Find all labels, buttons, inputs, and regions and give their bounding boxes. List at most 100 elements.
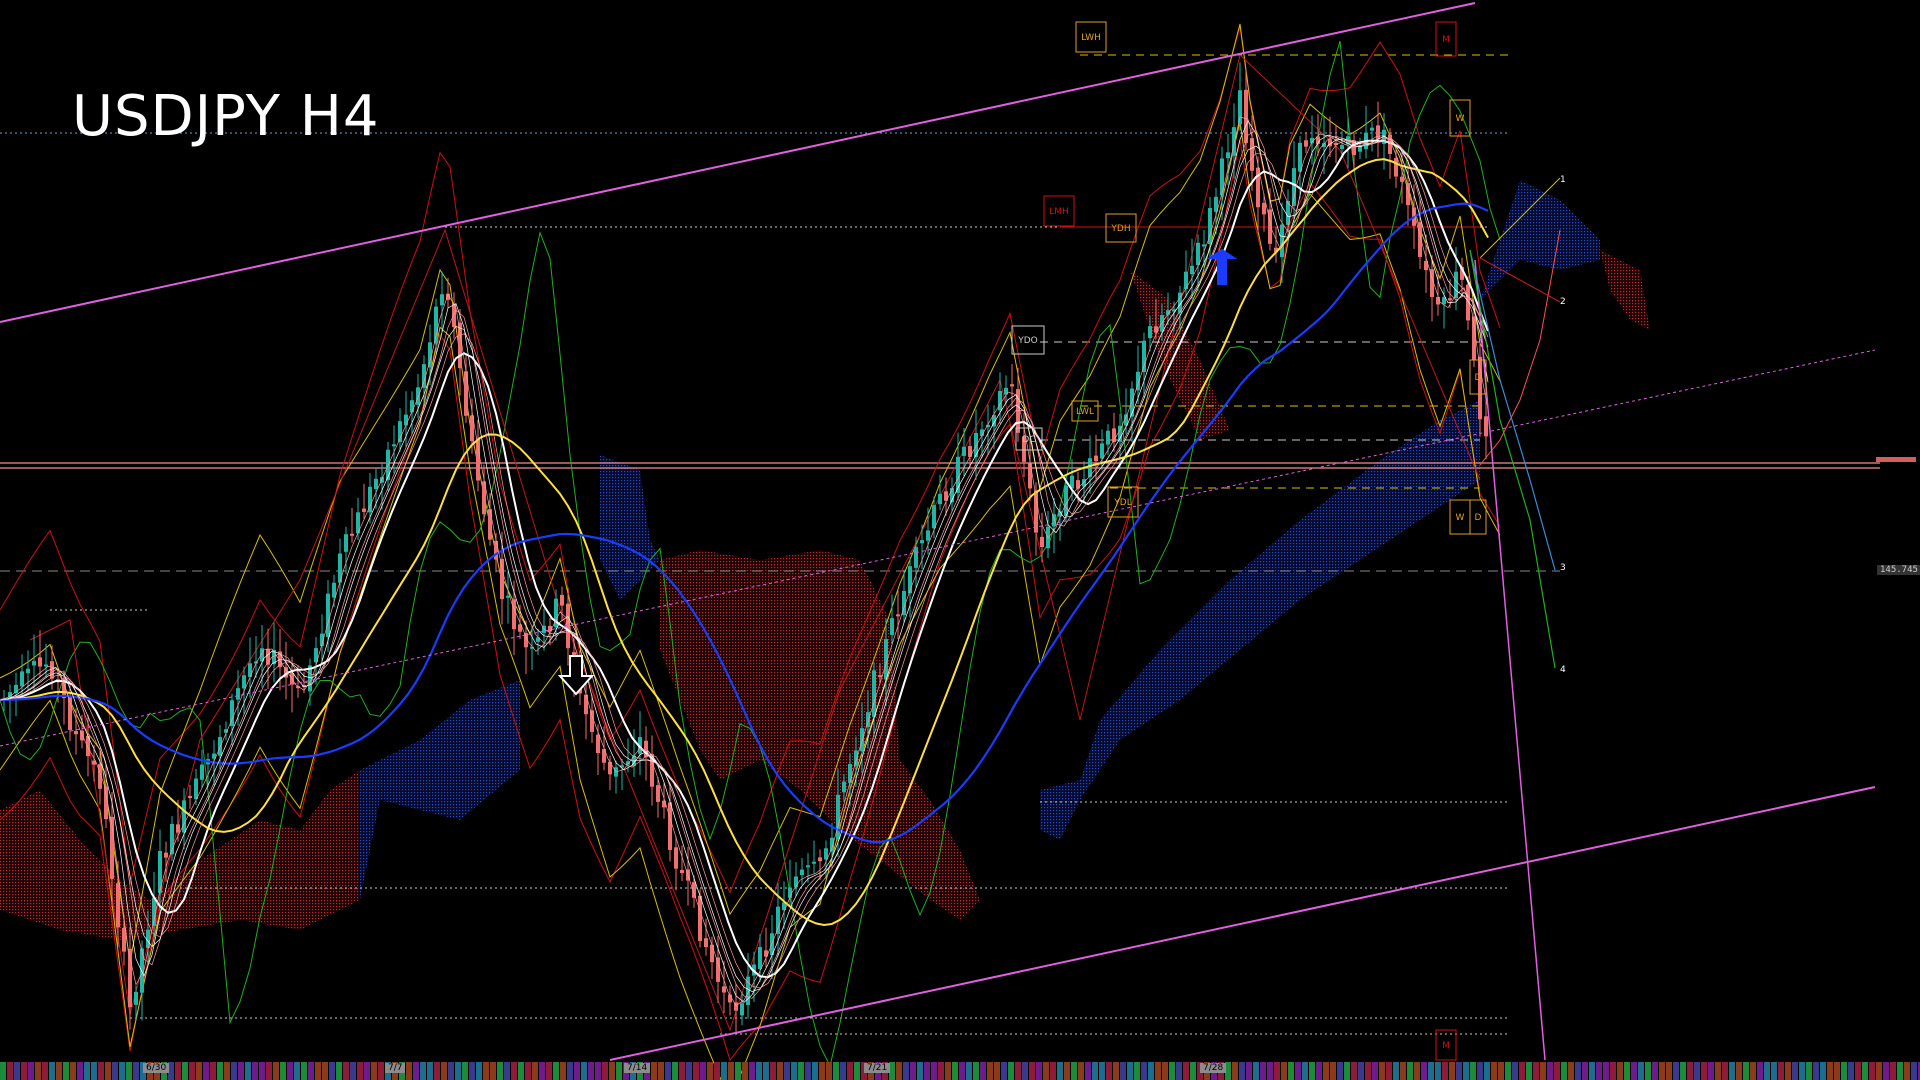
candle-body xyxy=(830,837,834,852)
date-bar-segment xyxy=(1827,1062,1833,1080)
band-yellow-upper xyxy=(0,23,1501,963)
candle-body xyxy=(500,558,504,600)
date-bar-segment xyxy=(1498,1062,1504,1080)
candle-body xyxy=(1028,462,1032,489)
candle-body xyxy=(134,991,138,1005)
date-bar-segment xyxy=(693,1062,699,1080)
date-bar-segment xyxy=(798,1062,804,1080)
date-bar-segment xyxy=(1757,1062,1763,1080)
kumo-2 xyxy=(600,455,660,600)
candle-body xyxy=(596,734,600,754)
date-bar-segment xyxy=(448,1062,454,1080)
date-bar-segment xyxy=(217,1062,223,1080)
date-bar-segment xyxy=(1799,1062,1805,1080)
date-bar-segment xyxy=(840,1062,846,1080)
date-label-0: 6/30 xyxy=(143,1063,170,1073)
level-box-label-d: D xyxy=(1475,513,1482,523)
date-bar-segment xyxy=(1372,1062,1378,1080)
date-bar-segment xyxy=(595,1062,601,1080)
date-bar-segment xyxy=(1736,1062,1742,1080)
candle-body xyxy=(1394,158,1398,177)
candle-body xyxy=(1292,168,1296,206)
date-bar-segment xyxy=(1407,1062,1413,1080)
date-bar-segment xyxy=(98,1062,104,1080)
candle-body xyxy=(1094,455,1098,462)
candle-body xyxy=(458,322,462,369)
date-bar-segment xyxy=(1638,1062,1644,1080)
date-bar-segment xyxy=(1260,1062,1266,1080)
price-tag: 145.745 xyxy=(1877,565,1920,575)
date-bar-segment xyxy=(1295,1062,1301,1080)
candle-body xyxy=(392,444,396,447)
date-bar-segment xyxy=(903,1062,909,1080)
date-bar-segment xyxy=(560,1062,566,1080)
date-bar-segment xyxy=(133,1062,139,1080)
candle-body xyxy=(1298,142,1302,172)
date-bar-segment xyxy=(735,1062,741,1080)
level-box-label-m: M xyxy=(1442,35,1450,45)
date-bar-segment xyxy=(497,1062,503,1080)
candle-body xyxy=(806,865,810,868)
candle-body xyxy=(362,508,366,512)
candle-body xyxy=(794,876,798,888)
date-bar-segment xyxy=(1568,1062,1574,1080)
date-bar-segment xyxy=(658,1062,664,1080)
date-bar-segment xyxy=(84,1062,90,1080)
candle-body xyxy=(332,582,336,598)
candle-body xyxy=(1148,326,1152,339)
candle-body xyxy=(1238,90,1242,125)
candle-body xyxy=(842,781,846,793)
date-bar-segment xyxy=(0,1062,6,1080)
date-bar-segment xyxy=(441,1062,447,1080)
candle-body xyxy=(1244,89,1248,144)
date-bar-segment xyxy=(1708,1062,1714,1080)
date-bar-segment xyxy=(371,1062,377,1080)
candle-body xyxy=(476,438,480,481)
date-bar-segment xyxy=(672,1062,678,1080)
candle-body xyxy=(1202,244,1206,247)
date-bar-segment xyxy=(1890,1062,1896,1080)
date-bar-segment xyxy=(1022,1062,1028,1080)
date-bar-segment xyxy=(714,1062,720,1080)
date-bar-segment xyxy=(1820,1062,1826,1080)
date-bar-segment xyxy=(1421,1062,1427,1080)
date-bar-segment xyxy=(1554,1062,1560,1080)
date-bar-segment xyxy=(35,1062,41,1080)
date-bar-segment xyxy=(70,1062,76,1080)
price-marker-red xyxy=(1876,457,1916,462)
candle-body xyxy=(182,800,186,833)
candle-body xyxy=(44,664,48,667)
date-bar-segment xyxy=(1001,1062,1007,1080)
date-bar-segment xyxy=(1680,1062,1686,1080)
date-bar-segment xyxy=(511,1062,517,1080)
date-bar-segment xyxy=(1876,1062,1882,1080)
date-bar-segment xyxy=(1400,1062,1406,1080)
date-bar-segment xyxy=(1862,1062,1868,1080)
candle-body xyxy=(908,566,912,594)
date-bar-segment xyxy=(357,1062,363,1080)
candle-body xyxy=(1106,430,1110,445)
date-bar-segment xyxy=(525,1062,531,1080)
date-bar-segment xyxy=(1652,1062,1658,1080)
date-bar-segment xyxy=(245,1062,251,1080)
level-box-label-dc: DC xyxy=(1022,435,1035,445)
date-bar-segment xyxy=(707,1062,713,1080)
date-bar-segment xyxy=(1848,1062,1854,1080)
date-bar-segment xyxy=(1008,1062,1014,1080)
date-bar-segment xyxy=(504,1062,510,1080)
candle-body xyxy=(1142,340,1146,372)
date-bar-segment xyxy=(1337,1062,1343,1080)
candle-body xyxy=(194,778,198,800)
date-bar-segment xyxy=(1792,1062,1798,1080)
candle-body xyxy=(158,851,162,893)
date-bar-segment xyxy=(980,1062,986,1080)
candle-body xyxy=(218,736,222,756)
candle-body xyxy=(350,533,354,536)
date-bar-segment xyxy=(924,1062,930,1080)
candle-body xyxy=(1262,202,1266,215)
date-bar-segment xyxy=(336,1062,342,1080)
date-bar-segment xyxy=(1484,1062,1490,1080)
date-bar-segment xyxy=(1428,1062,1434,1080)
date-bar-segment xyxy=(1414,1062,1420,1080)
date-bar-segment xyxy=(1449,1062,1455,1080)
